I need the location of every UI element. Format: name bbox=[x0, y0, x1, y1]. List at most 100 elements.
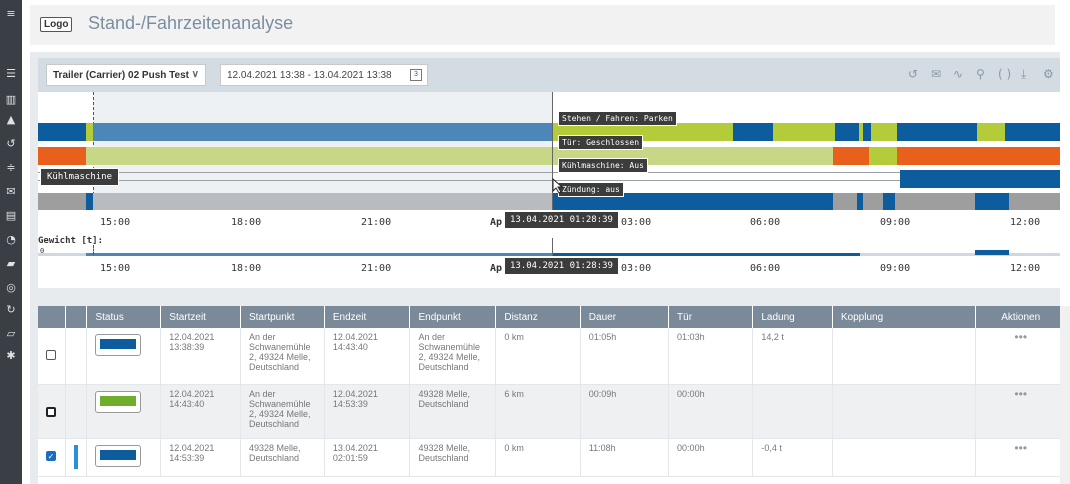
endzeit-cell: 12.04.2021 14:43:40 bbox=[324, 328, 411, 385]
endpunkt-cell: An der Schwanemühle 2, 49324 Melle, Deut… bbox=[409, 328, 497, 385]
mail-icon[interactable]: ✉ bbox=[4, 186, 18, 198]
weight-bar bbox=[86, 253, 552, 256]
trailer-select[interactable]: Trailer (Carrier) 02 Push Test ∨ bbox=[46, 64, 206, 86]
startpunkt-cell: An der Schwanemühle 2, 49324 Melle, Deut… bbox=[240, 384, 325, 439]
segment-aus bbox=[1009, 193, 1060, 210]
trailer-body bbox=[100, 339, 137, 349]
cursor-line bbox=[552, 238, 553, 256]
endpunkt-cell: 49328 Melle, Deutschland bbox=[409, 438, 497, 477]
steering-icon[interactable]: ◎ bbox=[4, 282, 18, 294]
segment-parken bbox=[733, 123, 773, 141]
gear-icon[interactable]: ⚙ bbox=[1043, 67, 1054, 81]
map-icon[interactable]: ▥ bbox=[4, 94, 18, 106]
logo: Logo bbox=[40, 17, 73, 32]
kopplung-cell bbox=[832, 328, 977, 385]
tick-label: 18:00 bbox=[231, 263, 262, 274]
tooltip-zuendung: Zündung: aus bbox=[558, 182, 624, 197]
col-header-kopplung[interactable]: Kopplung bbox=[832, 306, 977, 328]
trips-table: Status Startzeit Startpunkt Endzeit Endp… bbox=[38, 306, 1068, 484]
calendar-icon[interactable]: 3 bbox=[410, 69, 422, 81]
tuer-cell: 00:00h bbox=[668, 438, 754, 477]
segment-an bbox=[900, 170, 1060, 188]
actions-menu-button[interactable]: ••• bbox=[975, 328, 1066, 385]
tick-label: 09:00 bbox=[880, 217, 911, 228]
col-header-endpunkt[interactable]: Endpunkt bbox=[409, 306, 497, 328]
endzeit-cell: 12.04.2021 14:53:39 bbox=[324, 384, 411, 439]
segment-fahren bbox=[871, 123, 897, 141]
segment-an bbox=[975, 193, 1009, 210]
location-pin-icon[interactable]: ⚲ bbox=[976, 67, 985, 81]
col-header-startzeit[interactable]: Startzeit bbox=[160, 306, 241, 328]
ladung-cell bbox=[752, 384, 833, 439]
segment-parken bbox=[93, 123, 553, 141]
alert-icon[interactable]: ▲ bbox=[4, 114, 18, 126]
sliders-icon[interactable]: ≑ bbox=[4, 162, 18, 174]
lane-stehen-fahren bbox=[38, 123, 1060, 141]
timeline-chart: Stehen / Fahren: Parken Tür: Geschlossen… bbox=[38, 92, 1060, 288]
date-range-picker[interactable]: 12.04.2021 13:38 - 13.04.2021 13:38 3 bbox=[220, 64, 428, 86]
col-header bbox=[65, 306, 88, 328]
row-checkbox-checked[interactable]: ✓ bbox=[46, 450, 56, 461]
document-icon[interactable]: ▤ bbox=[4, 210, 18, 222]
table-row[interactable]: ●●● 12.04.2021 13:38:39 An der Schwanemü… bbox=[38, 328, 1066, 385]
table-scrollbar[interactable] bbox=[1060, 306, 1070, 484]
tick-label: 12:00 bbox=[1010, 217, 1041, 228]
endpunkt-cell: 49328 Melle, Deutschland bbox=[409, 384, 497, 439]
trailer-body bbox=[100, 395, 137, 406]
book-icon[interactable]: ▱ bbox=[4, 328, 18, 340]
brackets-icon[interactable]: ( ) bbox=[998, 67, 1011, 81]
refresh-icon[interactable]: ↻ bbox=[4, 304, 18, 316]
startzeit-cell: 12.04.2021 14:43:40 bbox=[160, 384, 241, 439]
download-icon[interactable]: ⤓ bbox=[1021, 67, 1026, 82]
history-icon[interactable]: ↺ bbox=[4, 138, 18, 150]
tick-label: 03:00 bbox=[621, 217, 652, 228]
page-header: Logo Stand-/Fahrzeitenanalyse bbox=[30, 5, 1055, 45]
col-header-tuer[interactable]: Tür bbox=[668, 306, 754, 328]
tick-label: Ap bbox=[490, 217, 503, 228]
row-marker-cell bbox=[65, 384, 88, 439]
tick-label: 06:00 bbox=[750, 217, 781, 228]
table-row[interactable]: ✓ ●●● 12.04.2021 14:53:39 49328 Melle, D… bbox=[38, 438, 1066, 477]
actions-menu-button[interactable]: ••• bbox=[975, 438, 1066, 477]
col-header-dauer[interactable]: Dauer bbox=[580, 306, 670, 328]
status-cell: ●●● bbox=[86, 384, 162, 439]
col-header-status[interactable]: Status bbox=[86, 306, 162, 328]
trailer-status-icon: ●●● bbox=[95, 334, 142, 356]
status-cell: ●●● bbox=[86, 328, 162, 385]
menu-icon[interactable]: ≡ bbox=[4, 8, 18, 20]
col-header-endzeit[interactable]: Endzeit bbox=[324, 306, 411, 328]
lane-kuehlmaschine-line bbox=[38, 172, 900, 173]
tooltip-tuer: Tür: Geschlossen bbox=[558, 135, 644, 150]
tick-label: 06:00 bbox=[750, 263, 781, 274]
tick-label: 03:00 bbox=[621, 263, 652, 274]
segment-fahren bbox=[86, 123, 93, 141]
startpunkt-cell: An der Schwanemühle 2, 49324 Melle, Deut… bbox=[240, 328, 325, 385]
table-row[interactable]: ●●● 12.04.2021 14:43:40 An der Schwanemü… bbox=[38, 384, 1066, 439]
segment-parken bbox=[835, 123, 859, 141]
col-header-startpunkt[interactable]: Startpunkt bbox=[240, 306, 325, 328]
tick-label: Ap bbox=[490, 263, 503, 274]
history-icon[interactable]: ↺ bbox=[908, 67, 918, 81]
segment-offen bbox=[38, 147, 86, 165]
segment-parken bbox=[897, 123, 977, 141]
range-start-marker bbox=[93, 245, 94, 255]
startpunkt-cell: 49328 Melle, Deutschland bbox=[240, 438, 325, 477]
row-checkbox[interactable] bbox=[46, 350, 56, 360]
table-header-row: Status Startzeit Startpunkt Endzeit Endp… bbox=[38, 306, 1066, 328]
route-icon[interactable]: ∿ bbox=[953, 67, 963, 81]
lane-kuehlmaschine bbox=[900, 170, 1060, 188]
weight-bar bbox=[975, 250, 1009, 255]
mail-icon[interactable]: ✉ bbox=[931, 67, 941, 81]
row-checkbox-cell: ✓ bbox=[38, 438, 67, 477]
truck-icon[interactable]: ▰ bbox=[4, 258, 18, 270]
col-header-distanz[interactable]: Distanz bbox=[495, 306, 581, 328]
col-header-ladung[interactable]: Ladung bbox=[752, 306, 833, 328]
settings-icon[interactable]: ✱ bbox=[4, 350, 18, 362]
row-checkbox[interactable] bbox=[46, 406, 56, 417]
tick-label: 12:00 bbox=[1010, 263, 1041, 274]
actions-menu-button[interactable]: ••• bbox=[975, 384, 1066, 439]
segment-aus bbox=[863, 193, 883, 210]
clock-icon[interactable]: ◔ bbox=[4, 234, 18, 246]
list-icon[interactable]: ☰ bbox=[4, 68, 18, 80]
distanz-cell: 0 km bbox=[495, 328, 581, 385]
